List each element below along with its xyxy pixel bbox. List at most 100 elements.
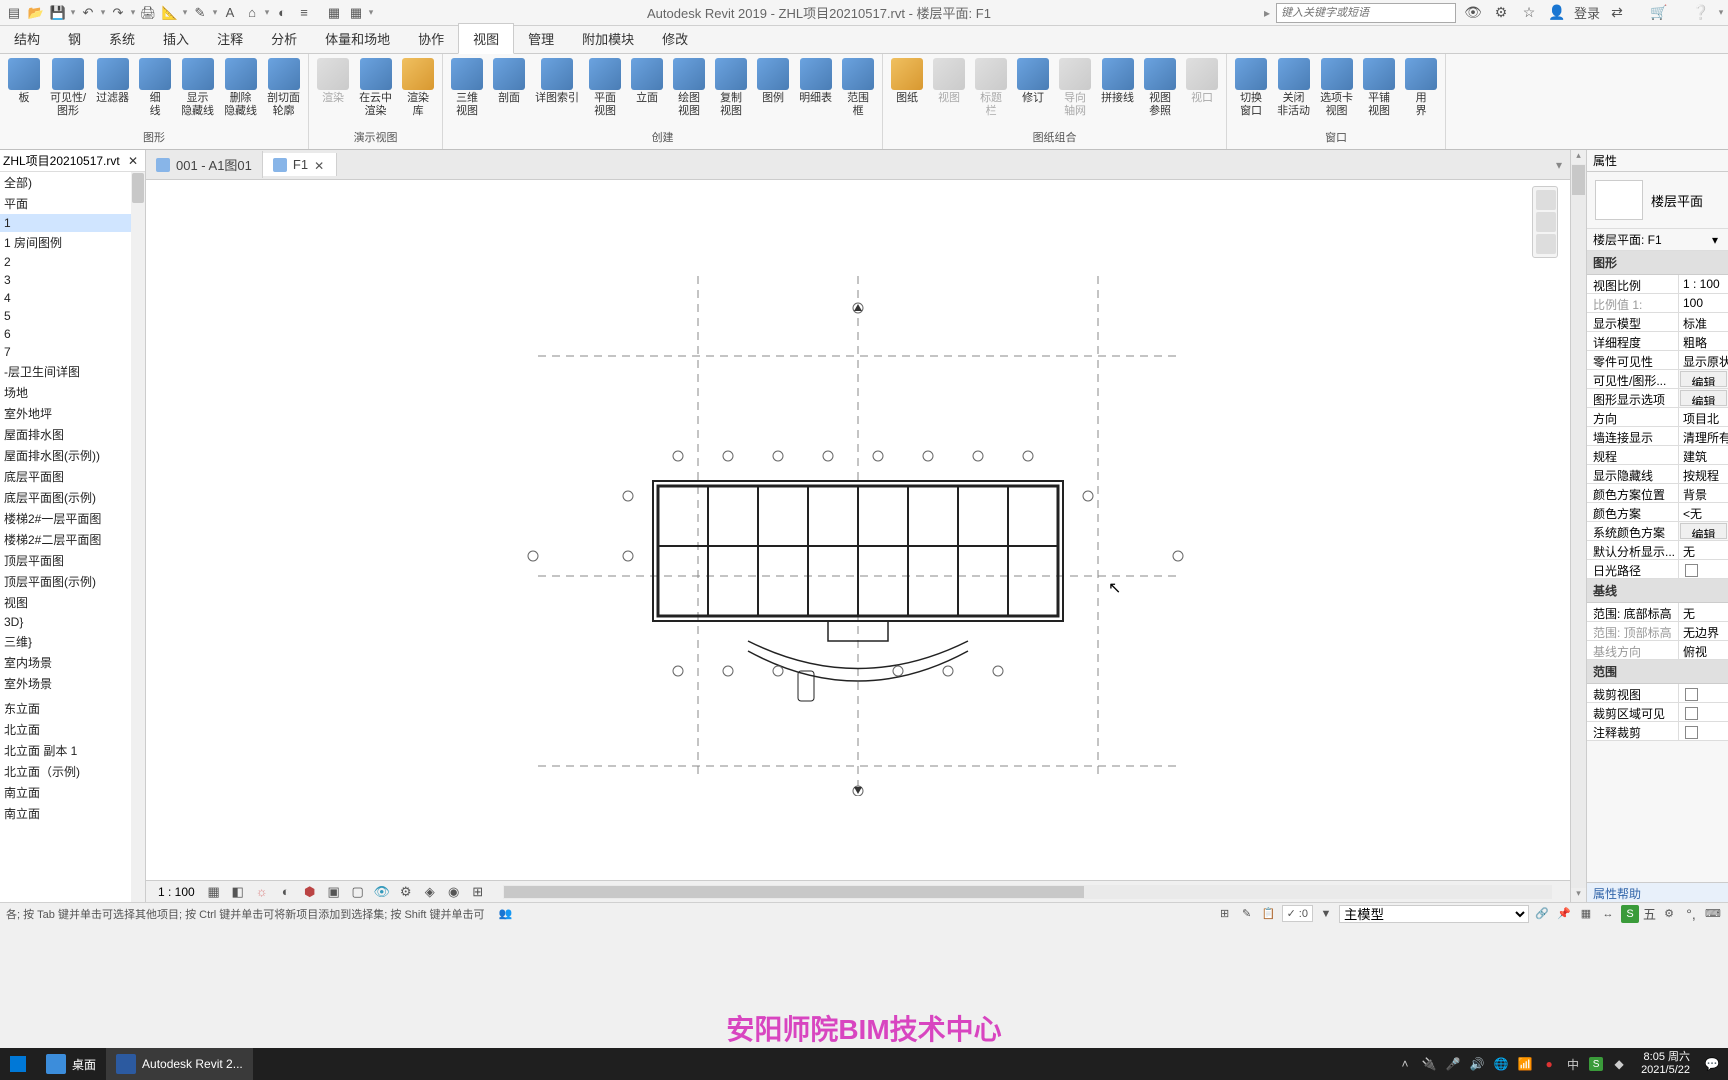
prop-value[interactable]: 1 : 100 xyxy=(1679,275,1728,293)
close-icon[interactable]: ✕ xyxy=(314,159,326,171)
ime-label[interactable]: 五 xyxy=(1643,904,1656,923)
rb-showhidden[interactable]: 显示 隐藏线 xyxy=(177,56,218,120)
prop-section[interactable]: 图形 xyxy=(1587,251,1728,275)
rb-closeinactive[interactable]: 关闭 非活动 xyxy=(1273,56,1314,120)
tree-item[interactable]: 3 xyxy=(0,271,145,289)
tab-structure[interactable]: 结构 xyxy=(0,24,54,53)
editable-icon[interactable]: ✎ xyxy=(1238,905,1256,923)
user-icon[interactable]: 👤 xyxy=(1546,2,1568,24)
tree-item[interactable]: -层卫生间详图 xyxy=(0,361,145,382)
ime-tray-icon[interactable]: 中 xyxy=(1565,1056,1581,1072)
tree-item[interactable]: 场地 xyxy=(0,382,145,403)
tab-addins[interactable]: 附加模块 xyxy=(568,24,648,53)
rb-cloudrender[interactable]: 在云中 渲染 xyxy=(355,56,396,120)
app-menu-icon[interactable]: ▤ xyxy=(4,3,24,23)
rb-ui[interactable]: 用 界 xyxy=(1401,56,1441,120)
sun-icon[interactable]: ☼ xyxy=(253,883,271,901)
nav-wheel-icon[interactable] xyxy=(1536,212,1556,232)
ime-badge[interactable]: S xyxy=(1621,905,1639,923)
rec-icon[interactable]: ● xyxy=(1541,1056,1557,1072)
tree-item[interactable]: 视图 xyxy=(0,592,145,613)
search-input[interactable] xyxy=(1276,3,1456,23)
volume-icon[interactable]: 🔊 xyxy=(1469,1056,1485,1072)
rb-cutprofile[interactable]: 剖切面 轮廓 xyxy=(263,56,304,120)
type-selector[interactable]: 楼层平面 xyxy=(1587,172,1728,229)
rb-visibility[interactable]: 可见性/ 图形 xyxy=(46,56,90,120)
tree-item[interactable]: 2 xyxy=(0,253,145,271)
prop-checkbox[interactable] xyxy=(1679,722,1728,740)
task-desktop[interactable]: 桌面 xyxy=(36,1048,106,1080)
tree-item[interactable]: 楼梯2#一层平面图 xyxy=(0,508,145,529)
view-tab-sheet[interactable]: 001 - A1图01 xyxy=(146,151,263,178)
tree-item[interactable]: 室外场景 xyxy=(0,673,145,694)
tree-item[interactable]: 顶层平面图(示例) xyxy=(0,571,145,592)
tree-item[interactable]: 东立面 xyxy=(0,698,145,719)
tree-item[interactable]: 1 xyxy=(0,214,145,232)
drawing-canvas[interactable]: ↖ xyxy=(146,180,1570,880)
prop-checkbox[interactable] xyxy=(1679,560,1728,578)
constraint-icon[interactable]: ⊞ xyxy=(469,883,487,901)
sogou-icon[interactable]: S xyxy=(1589,1057,1603,1071)
measure-icon[interactable]: 📐 xyxy=(160,3,180,23)
status-icon[interactable]: 👥 xyxy=(497,905,515,923)
print-icon[interactable]: 🖨 xyxy=(138,3,158,23)
help-icon[interactable]: ❔ xyxy=(1690,2,1712,24)
browser-tree[interactable]: 全部)平面11 房间图例234567-层卫生间详图场地室外地坪屋面排水图屋面排水… xyxy=(0,172,145,902)
tree-item[interactable]: 北立面 xyxy=(0,719,145,740)
tree-item[interactable]: 全部) xyxy=(0,172,145,193)
prop-value[interactable]: 无 xyxy=(1679,603,1728,621)
tree-item[interactable]: 底层平面图(示例) xyxy=(0,487,145,508)
tree-item[interactable]: 三维} xyxy=(0,631,145,652)
taskbar-clock[interactable]: 8:05 周六 2021/5/22 xyxy=(1635,1051,1696,1077)
prop-edit-button[interactable]: 编辑 xyxy=(1680,523,1727,539)
login-label[interactable]: 登录 xyxy=(1574,3,1600,22)
tray-up-icon[interactable]: ˄ xyxy=(1397,1056,1413,1072)
ime-skin-icon[interactable]: ⚙ xyxy=(1660,905,1678,923)
prop-value[interactable]: 按规程 xyxy=(1679,465,1728,483)
tree-item[interactable]: 6 xyxy=(0,325,145,343)
temp-icon[interactable]: ⚙ xyxy=(397,883,415,901)
tree-item[interactable]: 室内场景 xyxy=(0,652,145,673)
crop-show-icon[interactable]: ▢ xyxy=(349,883,367,901)
shadow-icon[interactable]: ◐ xyxy=(277,883,295,901)
section-icon[interactable]: ◐ xyxy=(272,3,292,23)
canvas-v-scrollbar[interactable]: ▴ ▾ xyxy=(1570,150,1586,902)
tree-item[interactable]: 室外地坪 xyxy=(0,403,145,424)
rb-removehidden[interactable]: 删除 隐藏线 xyxy=(220,56,261,120)
sel-link-icon[interactable]: 🔗 xyxy=(1533,905,1551,923)
tree-item[interactable]: 屋面排水图 xyxy=(0,424,145,445)
sel-drag-icon[interactable]: ↔ xyxy=(1599,905,1617,923)
rb-viewref[interactable]: 视图 参照 xyxy=(1140,56,1180,120)
rb-planview[interactable]: 平面 视图 xyxy=(585,56,625,120)
rb-tabviews[interactable]: 选项卡 视图 xyxy=(1316,56,1357,120)
comm-icon[interactable]: ⚙ xyxy=(1490,2,1512,24)
canvas-h-scrollbar[interactable] xyxy=(503,885,1552,899)
tree-item[interactable]: 南立面 xyxy=(0,782,145,803)
save-icon[interactable]: 💾 xyxy=(48,3,68,23)
rb-matchline[interactable]: 拼接线 xyxy=(1097,56,1138,107)
tab-manage[interactable]: 管理 xyxy=(514,24,568,53)
tab-modify[interactable]: 修改 xyxy=(648,24,702,53)
prop-section[interactable]: 范围 xyxy=(1587,660,1728,684)
prop-value[interactable]: 建筑 xyxy=(1679,446,1728,464)
open-icon[interactable]: 📂 xyxy=(26,3,46,23)
rb-switchwin[interactable]: 切换 窗口 xyxy=(1231,56,1271,120)
rb-filters[interactable]: 过滤器 xyxy=(92,56,133,107)
prop-value[interactable]: 显示原状 xyxy=(1679,351,1728,369)
rb-tile[interactable]: 平铺 视图 xyxy=(1359,56,1399,120)
rb-drafting[interactable]: 绘图 视图 xyxy=(669,56,709,120)
prop-edit-button[interactable]: 编辑 xyxy=(1680,390,1727,406)
chevron-down-icon[interactable]: ▾ xyxy=(1708,233,1722,247)
exchange-icon[interactable]: ⇄ xyxy=(1606,2,1628,24)
view-tab-f1[interactable]: F1 ✕ xyxy=(263,153,337,176)
instance-selector[interactable]: 楼层平面: F1 ▾ xyxy=(1587,229,1728,251)
prop-checkbox[interactable] xyxy=(1679,684,1728,702)
rb-gallery[interactable]: 渲染 库 xyxy=(398,56,438,120)
wifi-icon[interactable]: 📶 xyxy=(1517,1056,1533,1072)
3d-icon[interactable]: ⌂ xyxy=(242,3,262,23)
unhide-icon[interactable]: 👁 xyxy=(373,883,391,901)
thin-lines-icon[interactable]: ≡ xyxy=(294,3,314,23)
prop-value[interactable]: 无 xyxy=(1679,541,1728,559)
tab-insert[interactable]: 插入 xyxy=(149,24,203,53)
nav-pan-icon[interactable] xyxy=(1536,234,1556,254)
